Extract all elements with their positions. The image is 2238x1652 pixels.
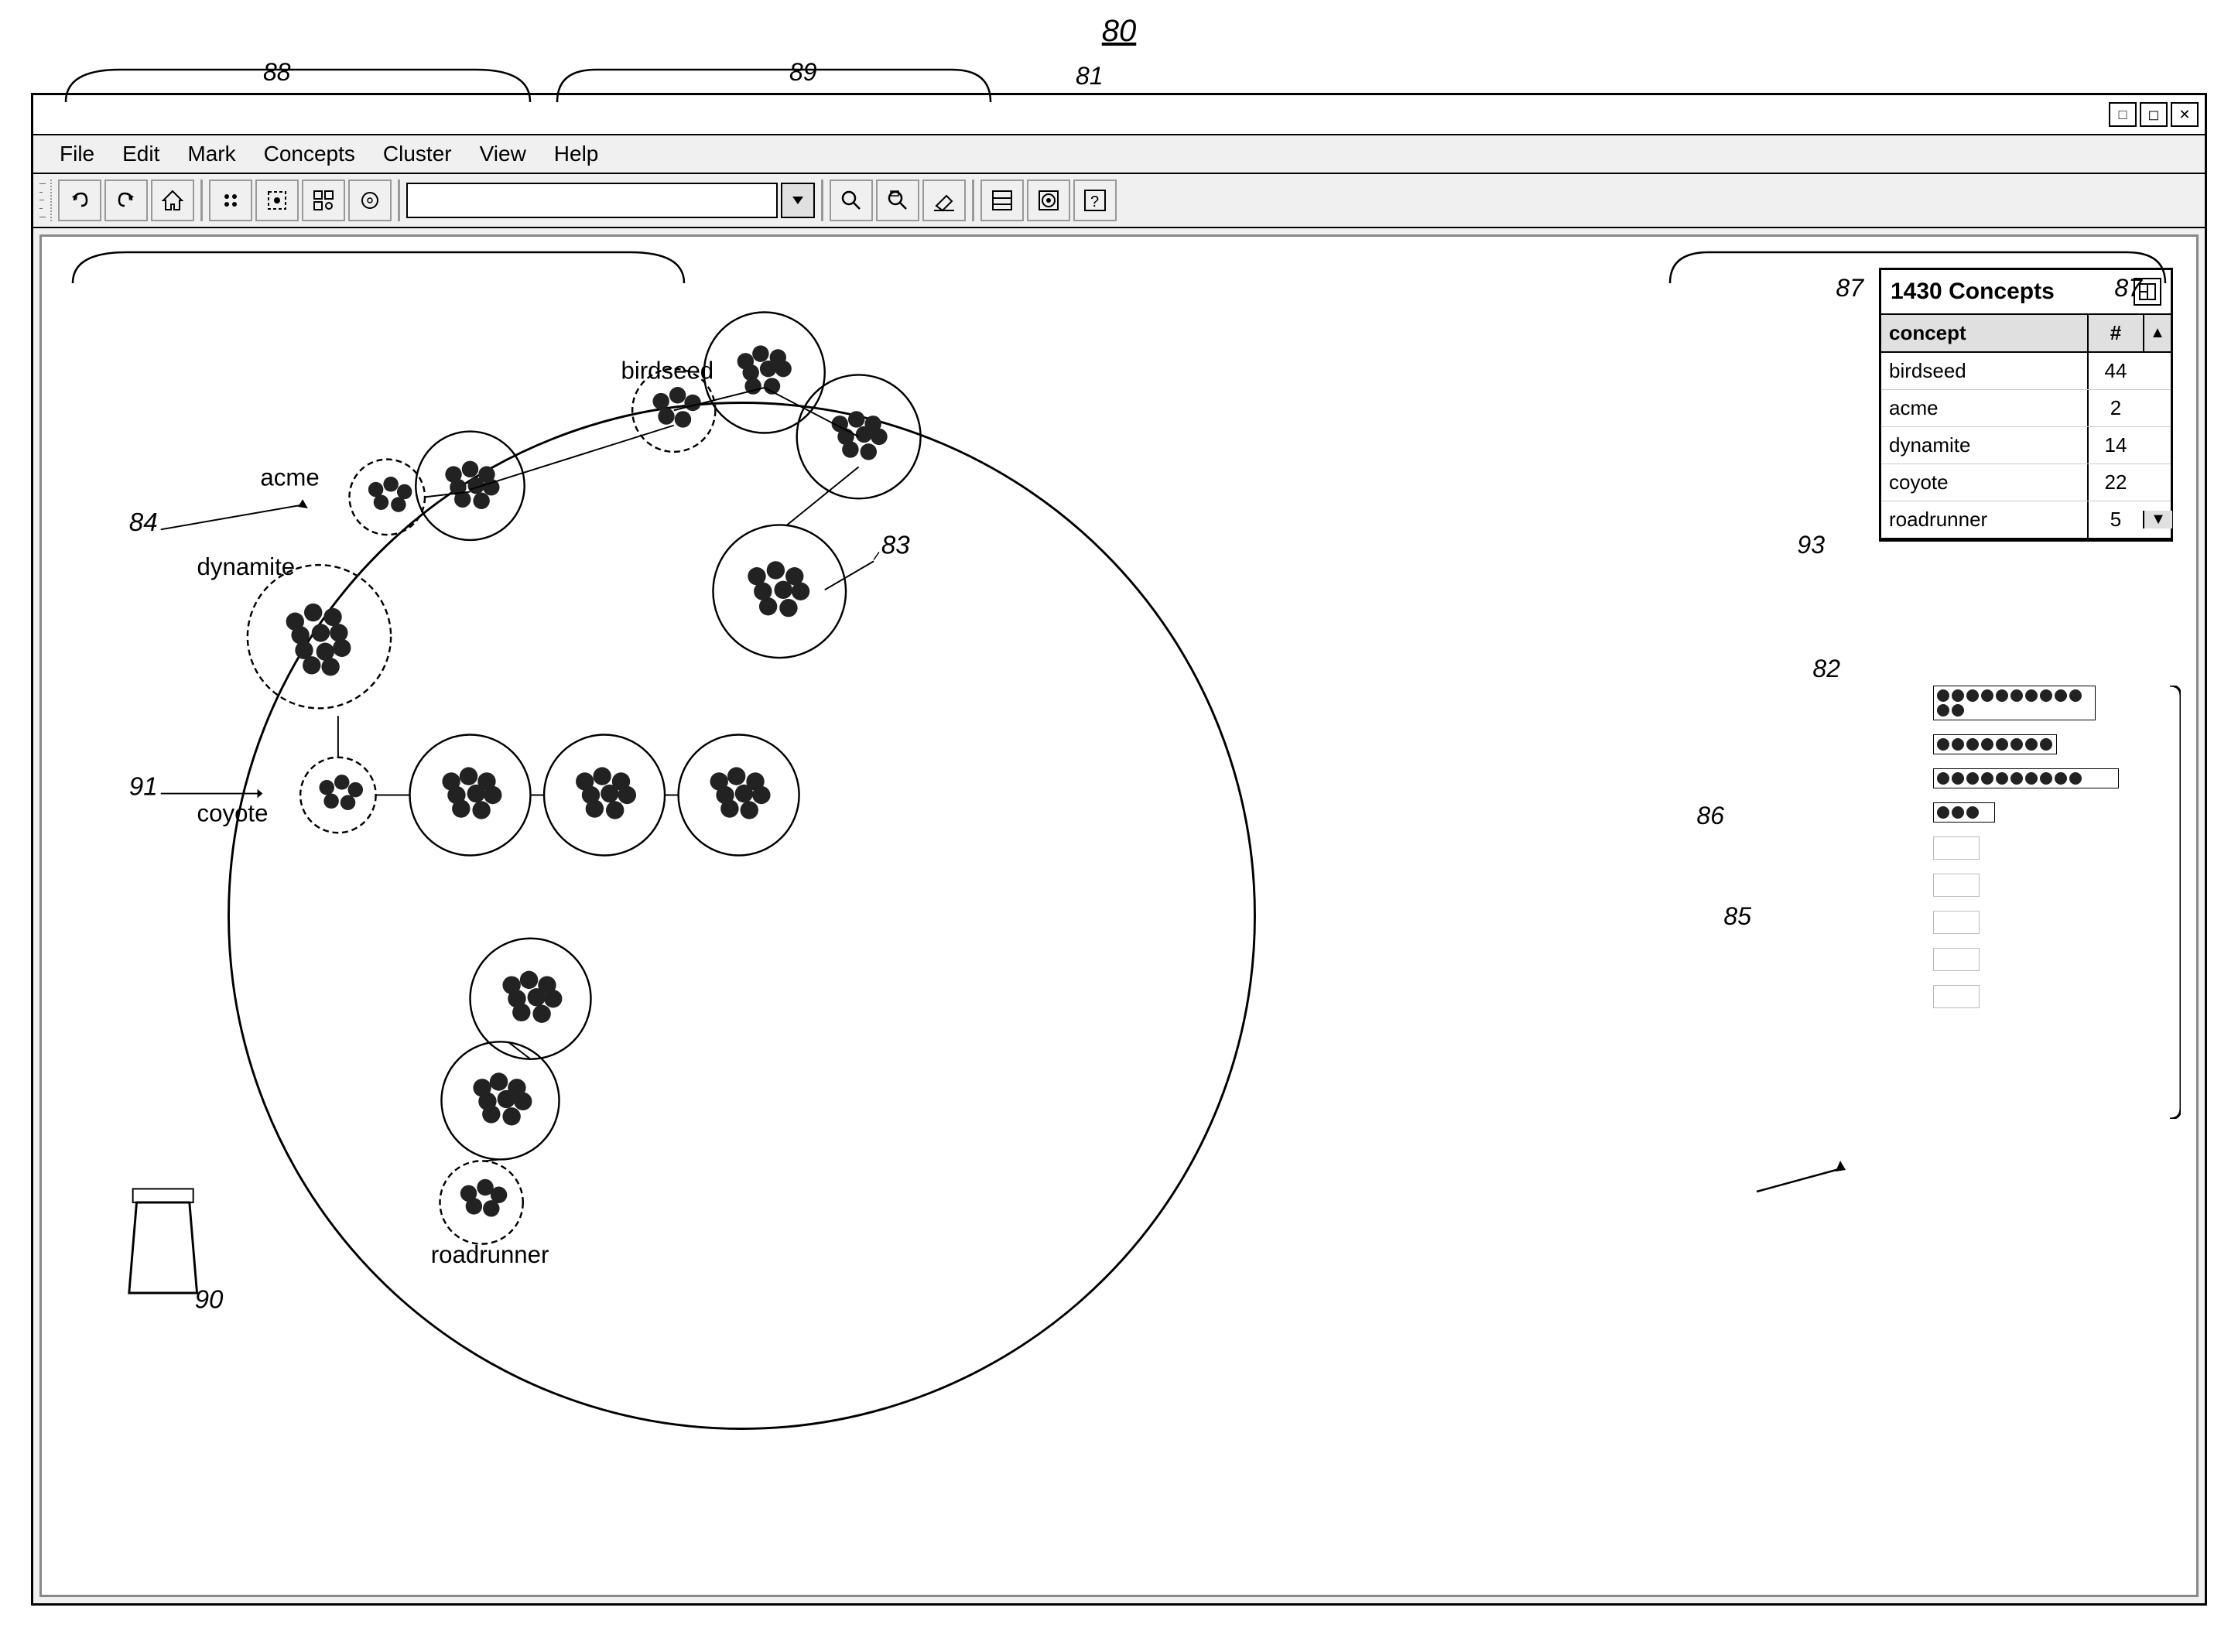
histogram-bracket	[2159, 686, 2181, 1119]
toolbar-separator-3	[821, 180, 823, 221]
ref-91-label: 91	[129, 772, 158, 801]
scroll-down-button[interactable]: ▼	[2144, 511, 2172, 528]
menu-file[interactable]: File	[46, 137, 108, 171]
concept-num-birdseed: 44	[2089, 353, 2143, 389]
ref-84-label: 84	[129, 508, 158, 537]
concept-col-name-header[interactable]: concept	[1881, 315, 2089, 351]
minimize-button[interactable]: □	[2109, 102, 2137, 127]
concept-table-header: concept # ▲	[1881, 315, 2171, 353]
concept-scroll-cell-4: ▼	[2143, 511, 2171, 528]
home-button[interactable]	[151, 180, 194, 221]
brace-87-right	[1647, 245, 2188, 291]
select-button[interactable]	[255, 180, 299, 221]
maximize-button[interactable]: ◻	[2140, 102, 2168, 127]
concept-panel: 1430 Concepts concept # ▲ birdseed 44	[1879, 268, 2173, 542]
concept-row-acme[interactable]: acme 2	[1881, 390, 2171, 427]
panel-list-button[interactable]	[980, 180, 1024, 221]
trash-icon	[129, 1189, 197, 1293]
panel-circle-button[interactable]	[1027, 180, 1070, 221]
menu-concepts[interactable]: Concepts	[250, 137, 369, 171]
cluster-canvas: birdseed acme dynamite coyote roadrunner…	[42, 237, 2196, 1595]
concept-row-birdseed[interactable]: birdseed 44	[1881, 353, 2171, 390]
hist-row-empty-3	[1933, 911, 1980, 934]
eraser-button[interactable]	[922, 180, 966, 221]
circle-button[interactable]	[348, 180, 392, 221]
concept-name-coyote: coyote	[1881, 464, 2089, 501]
histogram-panel	[1933, 686, 2150, 1022]
ref-81: 81	[1076, 62, 1104, 91]
concept-row-coyote[interactable]: coyote 22	[1881, 464, 2171, 501]
acme-label: acme	[260, 464, 319, 491]
menu-view[interactable]: View	[466, 137, 540, 171]
undo-button[interactable]	[58, 180, 101, 221]
concept-name-acme: acme	[1881, 390, 2089, 426]
menu-cluster[interactable]: Cluster	[369, 137, 466, 171]
brace-89-outer	[534, 63, 1014, 106]
help-button[interactable]: ?	[1073, 180, 1117, 221]
hist-row-empty-1	[1933, 836, 1980, 860]
scroll-up-button[interactable]: ▲	[2143, 315, 2171, 351]
concept-num-roadrunner: 5	[2089, 501, 2143, 538]
redo-button[interactable]	[104, 180, 148, 221]
close-button[interactable]: ✕	[2171, 102, 2199, 127]
concept-col-num-header[interactable]: #	[2089, 315, 2143, 351]
concept-name-dynamite: dynamite	[1881, 427, 2089, 463]
menu-help[interactable]: Help	[540, 137, 613, 171]
search-dropdown-button[interactable]	[781, 183, 815, 218]
dynamite-label: dynamite	[197, 553, 296, 580]
dots-button[interactable]	[209, 180, 252, 221]
concept-row-roadrunner[interactable]: roadrunner 5 ▼	[1881, 501, 2171, 539]
patent-diagram: 80 81 88 89 □ ◻ ✕ File Edit Mark Concept…	[0, 0, 2238, 1652]
ref-93-content: 93	[1797, 531, 1825, 559]
ref-85-content: 85	[1723, 902, 1751, 931]
toolbar-separator-4	[972, 180, 974, 221]
toolbar-separator-1	[200, 180, 203, 221]
toolbar: ?	[33, 174, 2205, 228]
hist-row-empty-2	[1933, 874, 1980, 897]
ref-83-label: 83	[881, 532, 910, 560]
menu-edit[interactable]: Edit	[108, 137, 173, 171]
search-input[interactable]	[406, 183, 778, 218]
menu-mark[interactable]: Mark	[173, 137, 249, 171]
figure-label: 80	[1102, 14, 1137, 49]
title-bar-buttons: □ ◻ ✕	[2109, 102, 2199, 127]
menu-bar: File Edit Mark Concepts Cluster View Hel…	[33, 135, 2205, 174]
concept-num-acme: 2	[2089, 390, 2143, 426]
search-button[interactable]	[830, 180, 873, 221]
zoom-search-button[interactable]	[876, 180, 919, 221]
hist-row-4	[1933, 802, 2150, 823]
birdseed-label: birdseed	[621, 357, 713, 384]
app-window: □ ◻ ✕ File Edit Mark Concepts Cluster Vi…	[31, 93, 2207, 1606]
hist-row-3	[1933, 768, 2150, 788]
roadrunner-label: roadrunner	[431, 1241, 549, 1268]
concept-num-dynamite: 14	[2089, 427, 2143, 463]
main-cluster-circle	[229, 403, 1255, 1429]
hist-row-1	[1933, 686, 2150, 720]
toolbar-separator-2	[398, 180, 400, 221]
hist-row-empty-5	[1933, 985, 1980, 1008]
ref-86-content: 86	[1696, 802, 1724, 830]
hist-row-empty-4	[1933, 948, 1980, 971]
concept-name-roadrunner: roadrunner	[1881, 501, 2089, 538]
brace-87-left	[50, 245, 746, 291]
concept-row-dynamite[interactable]: dynamite 14	[1881, 427, 2171, 464]
main-content: birdseed acme dynamite coyote roadrunner…	[39, 234, 2199, 1597]
svg-text:?: ?	[1090, 193, 1099, 210]
brace-88-outer	[43, 63, 584, 106]
concept-num-coyote: 22	[2089, 464, 2143, 501]
grid-button[interactable]	[302, 180, 345, 221]
hist-row-2	[1933, 734, 2150, 754]
concept-name-birdseed: birdseed	[1881, 353, 2089, 389]
ref-90-label: 90	[195, 1286, 224, 1315]
ref-82-content: 82	[1812, 655, 1840, 683]
coyote-label: coyote	[197, 800, 269, 827]
